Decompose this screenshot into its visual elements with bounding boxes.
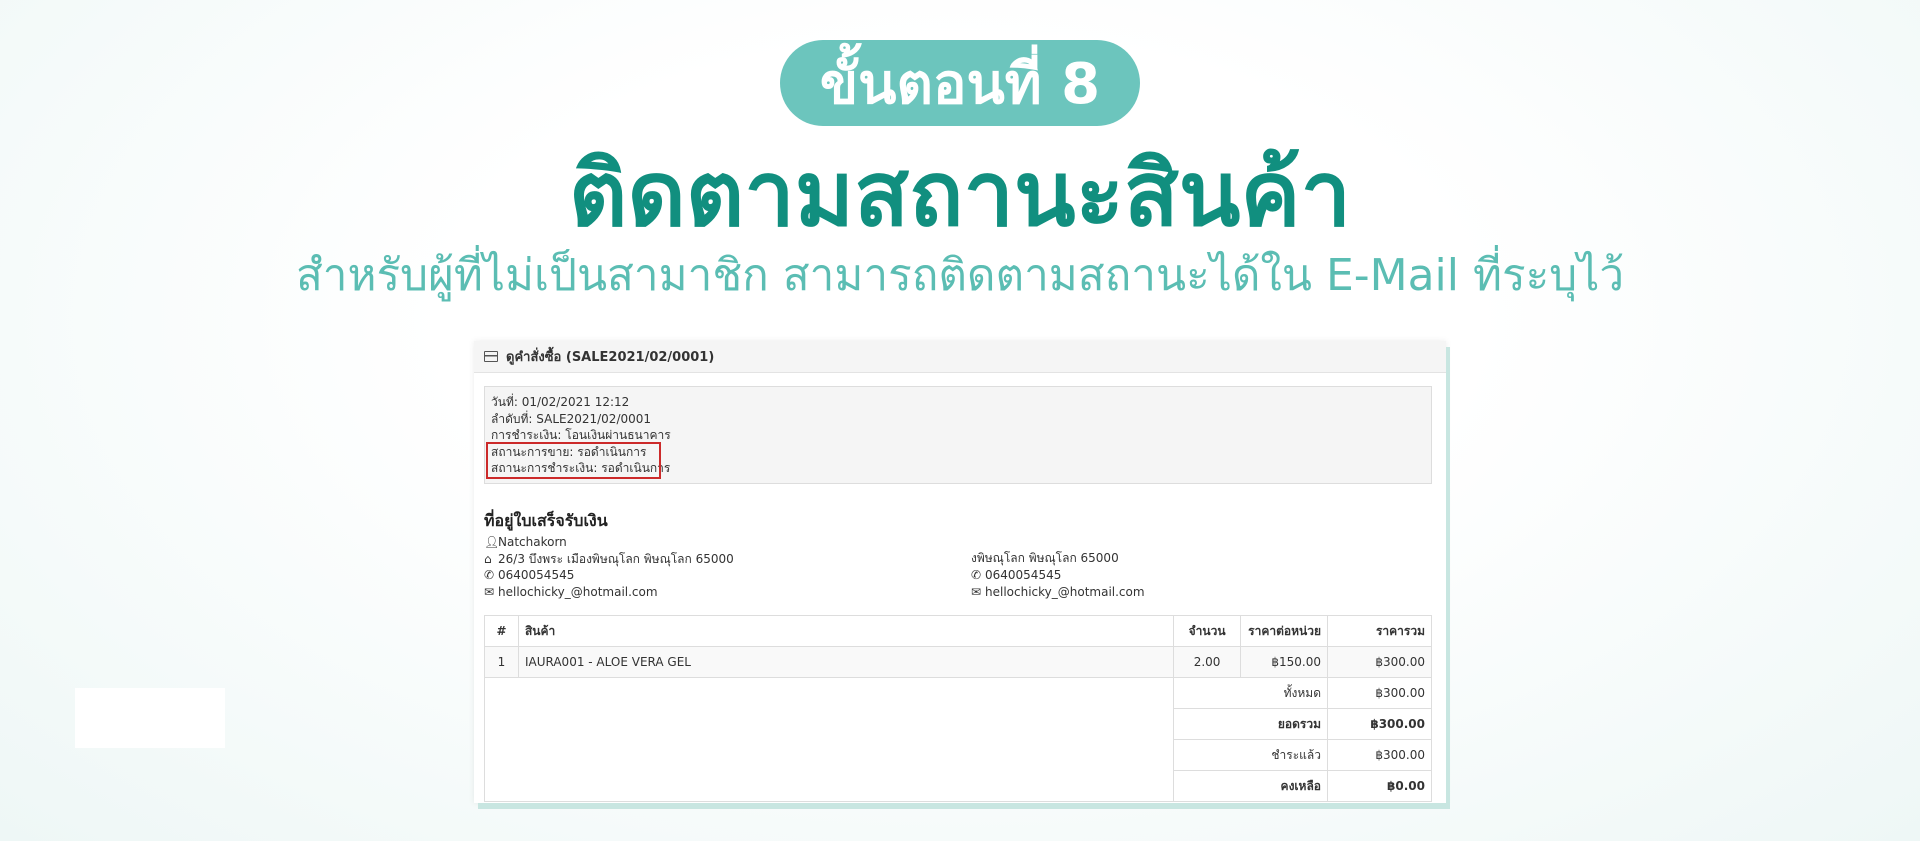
cell-qty: 2.00 — [1173, 646, 1242, 678]
summary-row-all: ทั้งหมด ฿300.00 — [483, 677, 1432, 802]
billing-name: Natchakorn — [498, 535, 567, 549]
blank-area — [75, 688, 225, 748]
billing-address-row: ⌂ 26/3 บึงพระ เมืองพิษณุโลก พิษณุโลก 6500… — [484, 551, 734, 568]
summary-label: คงเหลือ — [1173, 770, 1329, 802]
order-date: วันที่: 01/02/2021 12:12 — [491, 395, 630, 409]
panel-header: ดูคำสั่งซื้อ (SALE2021/02/0001) — [474, 341, 1446, 373]
summary-value: ฿300.00 — [1327, 677, 1432, 709]
shipping-address-text: งพิษณุโลก พิษณุโลก 65000 — [971, 551, 1119, 565]
billing-phone-row: ✆ 0640054545 — [484, 567, 734, 584]
shipping-email: hellochicky_@hotmail.com — [985, 584, 1145, 599]
billing-address: 👤︎Natchakorn ⌂ 26/3 บึงพระ เมืองพิษณุโลก … — [484, 534, 734, 600]
shipping-contact: ✆ 0640054545 ✉ hellochicky_@hotmail.com — [971, 567, 1145, 600]
summary-label: ทั้งหมด — [1173, 677, 1329, 709]
status-highlight — [486, 442, 661, 479]
phone-icon: ✆ — [484, 568, 495, 582]
shipping-address: งพิษณุโลก พิษณุโลก 65000 — [971, 550, 1119, 567]
table-row: 1 IAURA001 - ALOE VERA GEL 2.00 ฿150.00 … — [484, 646, 1432, 678]
order-view-panel: ดูคำสั่งซื้อ (SALE2021/02/0001) วันที่: … — [474, 341, 1446, 803]
home-icon: ⌂ — [484, 551, 492, 566]
cell-unit-price: ฿150.00 — [1240, 646, 1329, 678]
shipping-phone-row: ✆ 0640054545 — [971, 567, 1145, 584]
list-alt-icon — [484, 351, 498, 362]
order-items-table: # สินค้า จำนวน ราคาต่อหน่วย ราคารวม 1 IA… — [483, 615, 1432, 802]
billing-name-row: 👤︎Natchakorn — [484, 534, 734, 551]
cell-product: IAURA001 - ALOE VERA GEL — [517, 646, 1175, 678]
order-info-box: วันที่: 01/02/2021 12:12 ลำดับที่: SALE2… — [484, 386, 1432, 484]
col-header-unit-price: ราคาต่อหน่วย — [1240, 615, 1329, 647]
envelope-icon: ✉ — [971, 584, 982, 599]
envelope-icon: ✉ — [484, 584, 495, 599]
billing-address-text: 26/3 บึงพระ เมืองพิษณุโลก พิษณุโลก 65000 — [498, 551, 734, 566]
phone-icon: ✆ — [971, 568, 982, 582]
cell-index: 1 — [484, 646, 519, 678]
summary-value: ฿300.00 — [1327, 708, 1432, 740]
summary-label: ชำระแล้ว — [1173, 739, 1329, 771]
panel-title: ดูคำสั่งซื้อ (SALE2021/02/0001) — [506, 350, 715, 365]
summary-label: ยอดรวม — [1173, 708, 1329, 740]
user-icon: 👤︎ — [484, 535, 500, 549]
col-header-total: ราคารวม — [1327, 615, 1432, 647]
table-header-row: # สินค้า จำนวน ราคาต่อหน่วย ราคารวม — [484, 615, 1432, 647]
page-subtitle: สำหรับผู้ที่ไม่เป็นสามาชิก สามารถติดตามส… — [295, 250, 1625, 301]
summary-spacer — [483, 677, 1175, 802]
billing-phone: 0640054545 — [498, 568, 575, 582]
billing-email-row: ✉ hellochicky_@hotmail.com — [484, 584, 734, 601]
summary-value: ฿300.00 — [1327, 739, 1432, 771]
shipping-email-row: ✉ hellochicky_@hotmail.com — [971, 584, 1145, 601]
col-header-index: # — [484, 615, 519, 647]
cell-total: ฿300.00 — [1327, 646, 1432, 678]
shipping-address-row: งพิษณุโลก พิษณุโลก 65000 — [971, 550, 1119, 567]
summary-value: ฿0.00 — [1327, 770, 1432, 802]
col-header-qty: จำนวน — [1173, 615, 1242, 647]
billing-email: hellochicky_@hotmail.com — [498, 584, 658, 599]
billing-title: ที่อยู่ใบเสร็จรับเงิน — [484, 511, 608, 530]
step-badge: ขั้นตอนที่ 8 — [780, 40, 1140, 126]
order-number: ลำดับที่: SALE2021/02/0001 — [491, 411, 652, 426]
page-title: ติดตามสถานะสินค้า — [568, 142, 1352, 247]
shipping-phone: 0640054545 — [985, 568, 1062, 582]
col-header-product: สินค้า — [517, 615, 1175, 647]
